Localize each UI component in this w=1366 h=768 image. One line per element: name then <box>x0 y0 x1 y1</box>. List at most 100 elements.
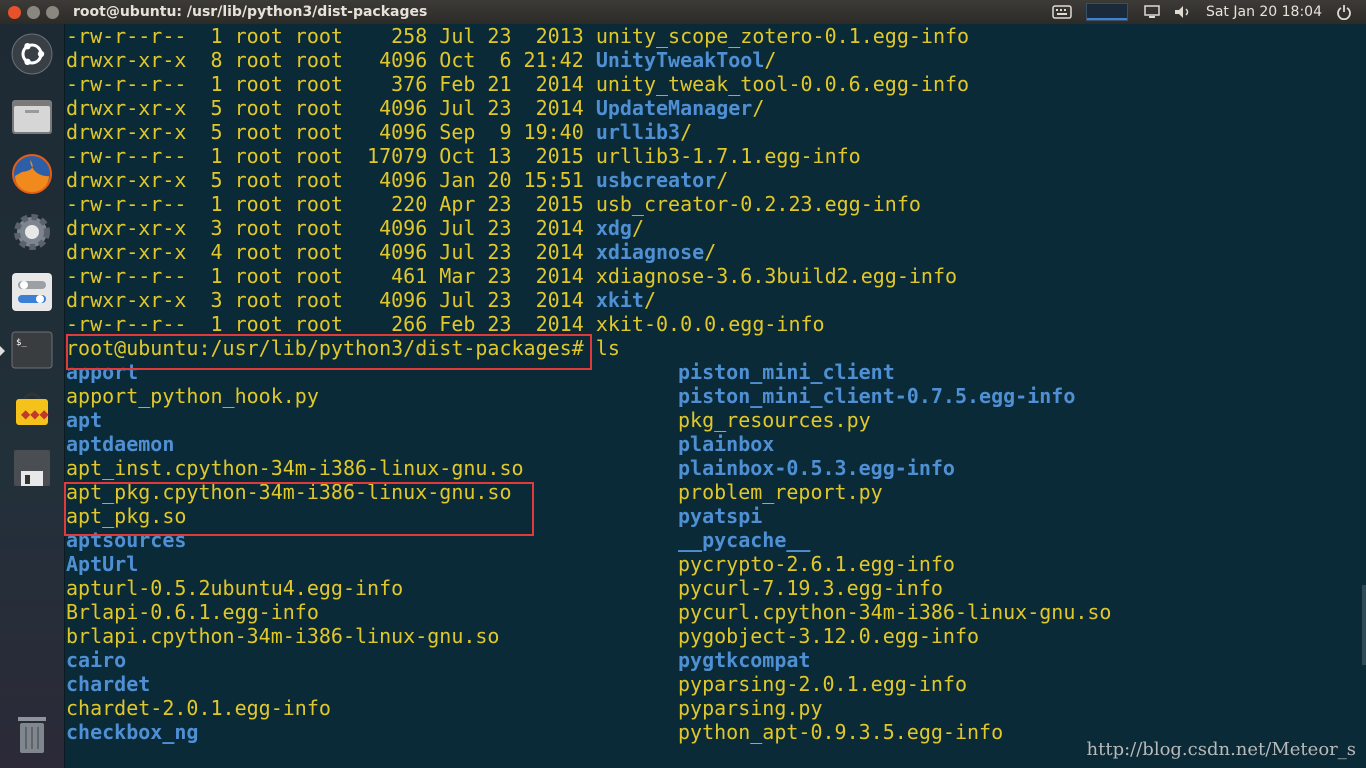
listing-dir-slash: / <box>752 96 765 120</box>
listing-meta: -rw-r--r-- 1 root root 266 Feb 23 2014 <box>66 312 596 336</box>
maximize-window-button[interactable] <box>46 5 59 19</box>
listing-meta: drwxr-xr-x 3 root root 4096 Jul 23 2014 <box>66 288 596 312</box>
ls-dir-entry: checkbox_ng <box>66 720 199 744</box>
ls-dir-entry: aptdaemon <box>66 432 175 456</box>
terminal-output[interactable]: -rw-r--r-- 1 root root 258 Jul 23 2013 u… <box>66 24 1366 768</box>
listing-row: -rw-r--r-- 1 root root 376 Feb 21 2014 u… <box>66 72 969 96</box>
ls-column-right: piston_mini_client piston_mini_client-0.7… <box>678 360 1111 744</box>
ls-dir-entry: plainbox-0.5.3.egg-info <box>678 456 955 480</box>
ls-file-entry: apt_pkg.cpython-34m-i386-linux-gnu.so <box>66 480 512 504</box>
trash-icon[interactable] <box>8 710 56 758</box>
system-settings-icon[interactable] <box>8 208 56 256</box>
ls-dir-entry: AptUrl <box>66 552 139 576</box>
ls-dir-entry: piston_mini_client-0.7.5.egg-info <box>678 384 1076 408</box>
software-center-icon[interactable]: ◆◆◆ <box>8 384 56 432</box>
ls-file-entry: brlapi.cpython-34m-i386-linux-gnu.so <box>66 624 500 648</box>
files-icon[interactable] <box>8 92 56 140</box>
clock[interactable]: Sat Jan 20 18:04 <box>1206 4 1322 20</box>
listing-file-name: unity_scope_zotero-0.1.egg-info <box>595 24 970 48</box>
ls-file-entry: pycrypto-2.6.1.egg-info <box>678 552 955 576</box>
listing-dir-slash: / <box>704 240 717 264</box>
listing-dir-slash: / <box>631 216 644 240</box>
ls-file-entry: pkg_resources.py <box>678 408 871 432</box>
listing-dir-slash: / <box>716 168 729 192</box>
ls-file-entry: python_apt-0.9.3.5.egg-info <box>678 720 1004 744</box>
listing-dir-name: xkit <box>595 288 644 312</box>
listing-row: drwxr-xr-x 8 root root 4096 Oct 6 21:42 … <box>66 48 776 72</box>
close-window-button[interactable] <box>8 5 21 19</box>
ls-file-entry: apturl-0.5.2ubuntu4.egg-info <box>66 576 404 600</box>
ls-dir-entry: pygtkcompat <box>678 648 811 672</box>
ls-dir-entry: chardet <box>66 672 151 696</box>
ls-dir-entry: apt <box>66 408 103 432</box>
listing-meta: drwxr-xr-x 5 root root 4096 Sep 9 19:40 <box>66 120 596 144</box>
ls-file-entry: pycurl.cpython-34m-i386-linux-gnu.so <box>678 600 1112 624</box>
minimize-window-button[interactable] <box>27 5 40 19</box>
listing-dir-name: usbcreator <box>595 168 717 192</box>
indicator-area: Sat Jan 20 18:04 <box>1052 0 1366 24</box>
ls-file-entry: pyparsing-2.0.1.egg-info <box>678 672 967 696</box>
listing-meta: -rw-r--r-- 1 root root 17079 Oct 13 2015 <box>66 144 596 168</box>
listing-file-name: unity_tweak_tool-0.0.6.egg-info <box>595 72 970 96</box>
listing-dir-name: xdg <box>595 216 632 240</box>
ls-file-entry: apt_inst.cpython-34m-i386-linux-gnu.so <box>66 456 524 480</box>
listing-meta: drwxr-xr-x 8 root root 4096 Oct 6 21:42 <box>66 48 596 72</box>
software-settings-icon[interactable] <box>8 268 56 316</box>
listing-meta: -rw-r--r-- 1 root root 376 Feb 21 2014 <box>66 72 596 96</box>
system-monitor-icon[interactable] <box>1085 3 1128 21</box>
ls-file-entry: pycurl-7.19.3.egg-info <box>678 576 943 600</box>
ls-file-entry: pyparsing.py <box>678 696 823 720</box>
svg-text:$_: $_ <box>16 338 27 348</box>
listing-row: drwxr-xr-x 3 root root 4096 Jul 23 2014 … <box>66 288 656 312</box>
listing-dir-slash: / <box>680 120 693 144</box>
command-text: ls <box>583 336 620 360</box>
ls-dir-entry: cairo <box>66 648 127 672</box>
window-title: root@ubuntu: /usr/lib/python3/dist-packa… <box>73 4 428 20</box>
listing-row: -rw-r--r-- 1 root root 258 Jul 23 2013 u… <box>66 24 969 48</box>
listing-row: drwxr-xr-x 5 root root 4096 Jan 20 15:51… <box>66 168 728 192</box>
ls-dir-entry: __pycache__ <box>678 528 811 552</box>
listing-file-name: usb_creator-0.2.23.egg-info <box>595 192 921 216</box>
keyboard-icon[interactable] <box>1052 5 1072 19</box>
listing-dir-name: xdiagnose <box>595 240 705 264</box>
ls-dir-entry: aptsources <box>66 528 187 552</box>
listing-dir-name: UnityTweakTool <box>595 48 765 72</box>
ls-file-entry: apport_python_hook.py <box>66 384 319 408</box>
ls-file-entry: apt_pkg.so <box>66 504 187 528</box>
scrollbar[interactable] <box>1362 585 1366 665</box>
listing-file-name: xkit-0.0.0.egg-info <box>595 312 825 336</box>
listing-row: -rw-r--r-- 1 root root 17079 Oct 13 2015… <box>66 144 861 168</box>
listing-row: drwxr-xr-x 4 root root 4096 Jul 23 2014 … <box>66 240 716 264</box>
listing-dir-name: UpdateManager <box>595 96 753 120</box>
listing-meta: drwxr-xr-x 3 root root 4096 Jul 23 2014 <box>66 216 596 240</box>
ls-file-entry: problem_report.py <box>678 480 883 504</box>
listing-row: -rw-r--r-- 1 root root 266 Feb 23 2014 x… <box>66 312 825 336</box>
svg-text:◆◆◆: ◆◆◆ <box>21 407 49 421</box>
firefox-icon[interactable] <box>8 150 56 198</box>
terminal-icon[interactable]: $_ <box>8 326 56 374</box>
volume-icon[interactable] <box>1174 5 1192 19</box>
active-indicator <box>0 346 5 356</box>
prompt-line: root@ubuntu:/usr/lib/python3/dist-packag… <box>66 336 620 360</box>
listing-row: -rw-r--r-- 1 root root 220 Apr 23 2015 u… <box>66 192 921 216</box>
listing-dir-name: urllib3 <box>595 120 681 144</box>
listing-meta: -rw-r--r-- 1 root root 220 Apr 23 2015 <box>66 192 596 216</box>
power-icon[interactable] <box>1336 4 1352 20</box>
listing-meta: drwxr-xr-x 4 root root 4096 Jul 23 2014 <box>66 240 596 264</box>
ls-column-left: apport apport_python_hook.py apt aptdaemon a… <box>66 360 524 744</box>
ls-dir-entry: pyatspi <box>678 504 763 528</box>
listing-file-name: urllib3-1.7.1.egg-info <box>595 144 861 168</box>
ubuntu-dash-icon[interactable] <box>8 30 56 78</box>
listing-dir-slash: / <box>764 48 777 72</box>
listing-dir-slash: / <box>643 288 657 312</box>
ls-file-entry: Brlapi-0.6.1.egg-info <box>66 600 319 624</box>
ls-dir-entry: apport <box>66 360 139 384</box>
top-panel: root@ubuntu: /usr/lib/python3/dist-packa… <box>0 0 1366 24</box>
launcher: $_ ◆◆◆ <box>0 24 65 768</box>
ls-file-entry: chardet-2.0.1.egg-info <box>66 696 331 720</box>
listing-meta: -rw-r--r-- 1 root root 258 Jul 23 2013 <box>66 24 596 48</box>
screen-icon[interactable] <box>1144 5 1160 19</box>
listing-meta: -rw-r--r-- 1 root root 461 Mar 23 2014 <box>66 264 596 288</box>
listing-row: drwxr-xr-x 3 root root 4096 Jul 23 2014 … <box>66 216 644 240</box>
disks-icon[interactable] <box>8 444 56 492</box>
